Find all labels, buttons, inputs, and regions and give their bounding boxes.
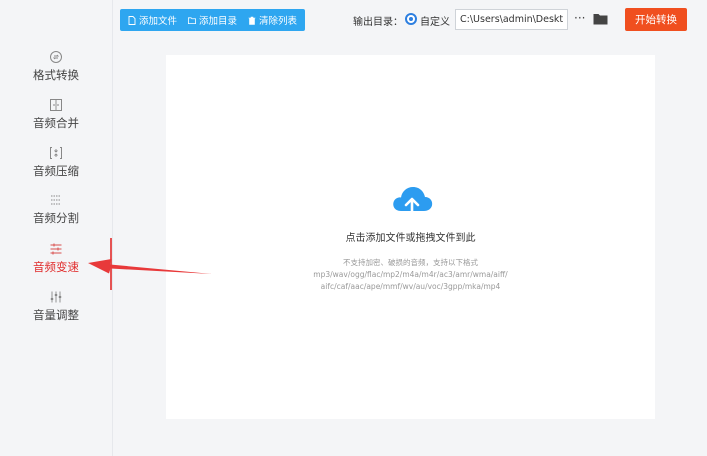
annotation-arrow — [88, 259, 212, 274]
